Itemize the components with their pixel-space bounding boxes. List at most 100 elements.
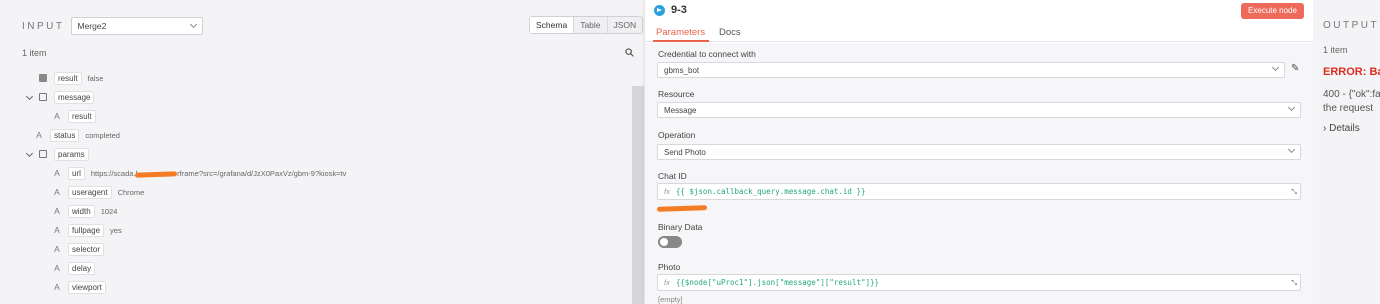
string-type-icon: A	[54, 168, 60, 178]
field-name: params	[54, 147, 89, 161]
chat-id-input[interactable]: fx {{ $json.callback_query.message.chat.…	[657, 183, 1301, 200]
chevron-down-icon[interactable]	[25, 92, 34, 101]
resource-label: Resource	[658, 89, 695, 99]
photo-hint: [empty]	[658, 295, 683, 304]
object-type-icon	[39, 93, 47, 101]
string-type-icon: A	[54, 111, 60, 121]
tab-json[interactable]: JSON	[608, 17, 643, 33]
photo-input[interactable]: fx {{$node["uProc1"].json["message"]["re…	[657, 274, 1301, 291]
output-title: OUTPUT	[1323, 20, 1380, 31]
schema-row[interactable]: A url https://scada.l rframe?src=/grafan…	[52, 165, 346, 181]
tab-table[interactable]: Table	[574, 17, 608, 33]
resource-select[interactable]: Message	[657, 102, 1301, 118]
scrollbar[interactable]	[632, 86, 644, 304]
parameters-form: Credential to connect with gbms_bot ✎ Re…	[645, 43, 1313, 304]
input-header: INPUT Merge2	[22, 17, 203, 35]
field-name: fullpage	[68, 223, 105, 237]
edit-credential-icon[interactable]: ✎	[1291, 63, 1299, 74]
string-type-icon: A	[36, 130, 42, 140]
error-message-line: the request	[1323, 103, 1374, 114]
field-value: Chrome	[117, 187, 145, 197]
error-title: ERROR: Bac	[1323, 66, 1380, 78]
active-tab-indicator	[653, 40, 709, 42]
schema-row[interactable]: A delay	[52, 260, 96, 276]
field-value: yes	[110, 225, 122, 235]
expression-icon: fx	[664, 278, 670, 287]
field-name: viewport	[68, 280, 106, 294]
output-item-count: 1 item	[1323, 45, 1348, 55]
field-name: result	[68, 109, 96, 123]
node-title[interactable]: 9-3	[671, 4, 687, 16]
input-item-count: 1 item	[22, 48, 47, 58]
schema-row[interactable]: result false	[38, 70, 103, 86]
binary-data-toggle[interactable]	[658, 236, 682, 248]
chevron-down-icon	[1287, 145, 1296, 154]
redaction-mark	[656, 205, 708, 212]
operation-value: Send Photo	[664, 147, 706, 157]
chevron-right-icon: ›	[1323, 123, 1327, 134]
resource-value: Message	[664, 105, 697, 115]
input-panel: INPUT Merge2 Schema Table JSON 1 item re…	[0, 0, 645, 304]
tab-parameters[interactable]: Parameters	[656, 27, 705, 38]
operation-label: Operation	[658, 130, 696, 140]
photo-label: Photo	[658, 262, 681, 272]
execute-node-button[interactable]: Execute node	[1241, 3, 1304, 19]
chat-id-label: Chat ID	[658, 171, 687, 181]
operation-select[interactable]: Send Photo	[657, 144, 1301, 160]
chevron-down-icon	[189, 20, 197, 29]
schema-row[interactable]: A selector	[52, 241, 105, 257]
field-name: width	[68, 204, 95, 218]
schema-row[interactable]: A status completed	[34, 127, 120, 143]
tab-docs[interactable]: Docs	[719, 27, 741, 38]
string-type-icon: A	[54, 187, 60, 197]
schema-row[interactable]: A width 1024	[52, 203, 117, 219]
chevron-down-icon[interactable]	[25, 149, 34, 158]
input-node-select[interactable]: Merge2	[70, 17, 203, 35]
field-value: 1024	[100, 206, 118, 216]
resize-handle-icon[interactable]: ⤡	[1291, 280, 1297, 288]
object-type-icon	[39, 150, 47, 158]
schema-row[interactable]: message	[25, 89, 95, 105]
binary-data-label: Binary Data	[658, 222, 703, 232]
string-type-icon: A	[54, 206, 60, 216]
field-value: https://scada.l	[90, 168, 138, 178]
string-type-icon: A	[54, 244, 60, 254]
toggle-knob	[660, 238, 668, 246]
tab-schema[interactable]: Schema	[530, 17, 575, 33]
credential-select[interactable]: gbms_bot	[657, 62, 1285, 78]
node-header: 9-3 Execute node	[645, 0, 1313, 22]
search-icon[interactable]	[625, 48, 634, 57]
schema-row[interactable]: A result	[52, 108, 96, 124]
node-panel: 9-3 Execute node Parameters Docs Credent…	[645, 0, 1313, 304]
credential-value: gbms_bot	[664, 65, 700, 75]
photo-expression: {{$node["uProc1"].json["message"]["resul…	[675, 278, 880, 287]
field-name: useragent	[68, 185, 112, 199]
schema-row[interactable]: A viewport	[52, 279, 106, 295]
schema-row[interactable]: A fullpage yes	[52, 222, 122, 238]
resize-handle-icon[interactable]: ⤡	[1291, 189, 1297, 197]
field-value: completed	[85, 130, 120, 140]
field-name: message	[54, 90, 95, 104]
input-title: INPUT	[22, 20, 65, 32]
output-panel: OUTPUT 1 item ERROR: Bac 400 - {"ok":fa …	[1313, 0, 1380, 304]
expression-icon: fx	[664, 187, 670, 196]
schema-row[interactable]: A useragent Chrome	[52, 184, 144, 200]
input-node-select-value: Merge2	[77, 21, 107, 31]
node-tabs: Parameters Docs	[645, 22, 1313, 59]
string-type-icon: A	[54, 225, 60, 235]
telegram-icon	[654, 5, 665, 16]
string-type-icon: A	[54, 282, 60, 292]
chevron-down-icon	[1287, 103, 1296, 112]
chat-id-expression: {{ $json.callback_query.message.chat.id …	[675, 187, 866, 196]
chevron-down-icon	[1271, 63, 1280, 72]
error-message-line: 400 - {"ok":fa	[1323, 89, 1380, 100]
details-toggle[interactable]: › Details	[1323, 123, 1360, 134]
string-type-icon: A	[54, 263, 60, 273]
field-name: status	[50, 128, 80, 142]
view-mode-tabs: Schema Table JSON	[529, 16, 644, 34]
field-name: delay	[68, 261, 96, 275]
field-name: selector	[68, 242, 105, 256]
field-value: false	[87, 73, 104, 83]
boolean-type-icon	[39, 74, 47, 82]
schema-row[interactable]: params	[25, 146, 89, 162]
